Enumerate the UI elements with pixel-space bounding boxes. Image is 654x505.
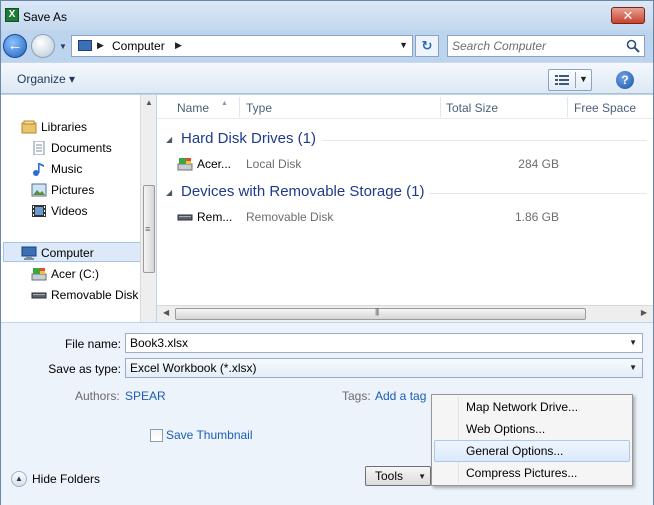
documents-icon — [33, 141, 45, 155]
drive-row-removable[interactable]: Rem... Removable Disk 1.86 GB — [173, 208, 643, 226]
chevron-down-icon: ▼ — [418, 472, 426, 481]
tools-menu: Map Network Drive... Web Options... Gene… — [431, 394, 633, 486]
view-dropdown-icon[interactable]: ▼ — [579, 74, 588, 84]
horizontal-scrollbar[interactable]: ◀ ||| ▶ — [157, 305, 653, 322]
tools-button[interactable]: Tools ▼ — [365, 466, 431, 486]
scroll-grip-icon: ||| — [375, 307, 379, 316]
save-thumbnail-checkbox[interactable] — [150, 429, 163, 442]
file-name-label: File name: — [64, 337, 121, 351]
chevron-up-icon: ▲ — [11, 471, 27, 487]
file-list: Name ▲ Type Total Size Free Space ◢ Hard… — [157, 95, 653, 322]
nav-scrollbar[interactable]: ▲ ≡ — [140, 95, 156, 322]
sort-ascending-icon: ▲ — [221, 100, 228, 107]
column-free-space[interactable]: Free Space — [574, 101, 636, 115]
tags-value[interactable]: Add a tag — [375, 389, 426, 403]
menu-item-web-options[interactable]: Web Options... — [434, 418, 630, 440]
videos-icon — [32, 205, 46, 217]
close-button[interactable]: ✕ — [611, 7, 645, 24]
libraries-icon — [21, 120, 37, 134]
scroll-thumb[interactable] — [175, 308, 586, 320]
drive-row-acer[interactable]: Acer... Local Disk 284 GB — [173, 155, 643, 173]
address-dropdown-icon[interactable]: ▼ — [399, 40, 408, 50]
scroll-grip-icon: ≡ — [145, 224, 151, 234]
chevron-right-icon[interactable]: ▶ — [175, 40, 182, 51]
scroll-right-icon[interactable]: ▶ — [641, 308, 647, 317]
organize-button[interactable]: Organize ▾ — [17, 72, 75, 86]
save-type-select[interactable]: Excel Workbook (*.xlsx) ▼ — [125, 358, 643, 378]
navigation-bar: ← ▼ ▶ Computer ▶ ▼ ↻ — [1, 31, 653, 61]
recent-pages-dropdown-icon[interactable]: ▼ — [59, 42, 67, 51]
title-bar: X Save As ✕ — [1, 1, 653, 31]
scroll-left-icon[interactable]: ◀ — [163, 308, 169, 317]
command-bar: Organize ▾ ▼ ? — [1, 62, 653, 94]
group-header-removable-storage[interactable]: Devices with Removable Storage (1) — [181, 183, 424, 200]
back-button[interactable]: ← — [3, 34, 27, 58]
menu-item-compress-pictures[interactable]: Compress Pictures... — [434, 462, 630, 484]
address-segment-computer[interactable]: Computer — [112, 39, 165, 53]
music-icon — [33, 163, 44, 176]
help-button[interactable]: ? — [616, 71, 634, 89]
details-view-icon — [555, 75, 569, 85]
pictures-icon — [31, 183, 47, 197]
search-box[interactable] — [447, 35, 645, 57]
group-header-hard-disk-drives[interactable]: Hard Disk Drives (1) — [181, 130, 316, 147]
save-type-label: Save as type: — [48, 362, 121, 376]
chevron-right-icon[interactable]: ▶ — [97, 40, 104, 51]
removable-disk-icon — [31, 292, 47, 299]
collapse-icon[interactable]: ◢ — [166, 188, 172, 197]
column-name[interactable]: Name ▲ — [177, 100, 228, 115]
menu-item-general-options[interactable]: General Options... — [434, 440, 630, 462]
collapse-icon[interactable]: ◢ — [166, 135, 172, 144]
computer-icon — [21, 246, 37, 260]
forward-button[interactable] — [31, 34, 55, 58]
authors-label: Authors: — [75, 389, 120, 403]
column-total-size[interactable]: Total Size — [446, 101, 498, 115]
tags-label: Tags: — [342, 389, 371, 403]
chevron-down-icon[interactable]: ▼ — [629, 363, 637, 372]
drive-icon — [177, 158, 193, 171]
navigation-pane: Libraries Documents Music Pictures Video… — [1, 95, 156, 322]
change-view-button[interactable]: ▼ — [548, 69, 592, 91]
file-name-field[interactable]: Book3.xlsx ▼ — [125, 333, 643, 353]
excel-icon: X — [5, 8, 19, 22]
window-title: Save As — [23, 10, 68, 24]
menu-item-map-network-drive[interactable]: Map Network Drive... — [434, 396, 630, 418]
scroll-up-icon[interactable]: ▲ — [145, 98, 153, 107]
drive-icon — [31, 268, 47, 281]
chevron-down-icon[interactable]: ▼ — [629, 338, 637, 347]
save-as-dialog: X Save As ✕ ← ▼ ▶ Computer ▶ ▼ ↻ Organiz… — [0, 0, 654, 505]
authors-value[interactable]: SPEAR — [125, 389, 166, 403]
computer-icon — [78, 40, 92, 51]
save-thumbnail-label[interactable]: Save Thumbnail — [166, 428, 253, 442]
column-header: Name ▲ Type Total Size Free Space — [157, 95, 653, 119]
search-icon[interactable] — [626, 39, 640, 53]
removable-disk-icon — [177, 214, 193, 221]
refresh-button[interactable]: ↻ — [415, 35, 439, 57]
search-input[interactable] — [452, 38, 622, 54]
column-type[interactable]: Type — [246, 101, 272, 115]
address-bar[interactable]: ▶ Computer ▶ ▼ — [71, 35, 413, 57]
